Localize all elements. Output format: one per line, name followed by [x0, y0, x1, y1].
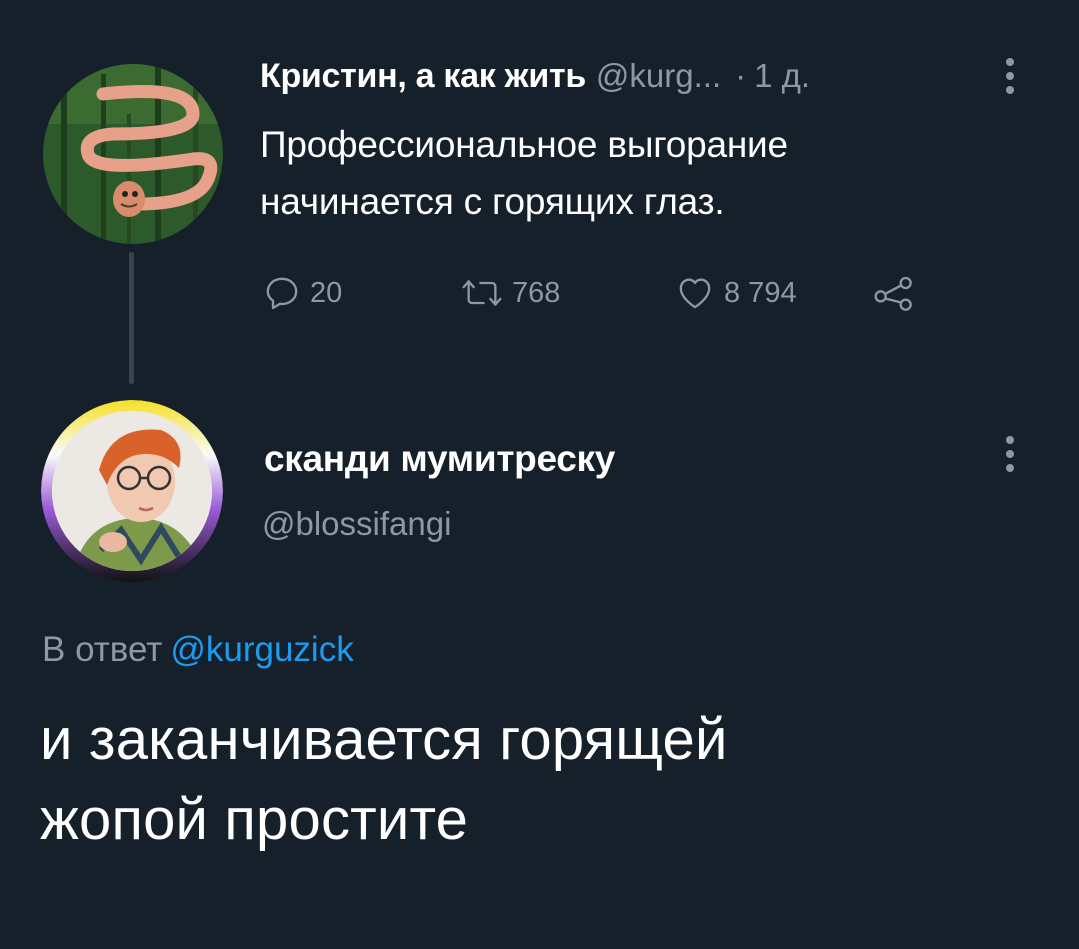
reply-prefix: В ответ — [42, 630, 163, 669]
tweet1-text-line: начинается с горящих глаз. — [260, 181, 725, 222]
tweet1-timestamp[interactable]: 1 д. — [754, 57, 810, 94]
tweet2-text-line: и заканчивается горящей — [40, 707, 728, 772]
tweet1-actions-bar: 20 768 8 794 — [262, 268, 962, 318]
tweet2-author-name[interactable]: сканди мумитреску — [264, 434, 615, 484]
retweet-count: 768 — [512, 276, 561, 309]
share-button[interactable] — [872, 268, 916, 318]
like-button[interactable]: 8 794 — [674, 268, 797, 318]
tweet1-author-name[interactable]: Кристин, а как жить — [260, 57, 586, 95]
tweet1-author-handle[interactable]: @kurg... — [596, 57, 721, 94]
more-vertical-icon[interactable] — [1003, 58, 1017, 98]
tweet1-text-line: Профессиональное выгорание — [260, 124, 788, 165]
more-vertical-icon[interactable] — [1003, 436, 1017, 476]
retweet-button[interactable]: 768 — [460, 268, 560, 318]
tweet1-text: Профессиональное выгорание начинается с … — [260, 116, 980, 230]
avatar-blossifangi[interactable] — [41, 400, 223, 582]
retweet-icon — [460, 273, 504, 313]
reply-context: В ответ @kurguzick — [42, 624, 354, 676]
tweet2-author-handle[interactable]: @blossifangi — [262, 500, 451, 548]
reply-button[interactable]: 20 — [262, 268, 342, 318]
heart-icon — [674, 273, 716, 313]
tweet2-text-line: жопой простите — [40, 787, 469, 852]
tweet1-separator: · — [735, 57, 747, 94]
thread-connector-line — [129, 252, 134, 384]
reply-target-link[interactable]: @kurguzick — [170, 630, 353, 669]
share-icon — [872, 273, 916, 313]
reply-count: 20 — [310, 276, 343, 309]
like-count: 8 794 — [724, 276, 797, 309]
tweet2-text: и заканчивается горящей жопой простите — [40, 700, 1000, 860]
avatar-kristin[interactable] — [43, 64, 223, 244]
tweet1-header: Кристин, а как жить @kurg... · 1 д. — [260, 52, 1000, 100]
reply-icon — [262, 273, 302, 313]
